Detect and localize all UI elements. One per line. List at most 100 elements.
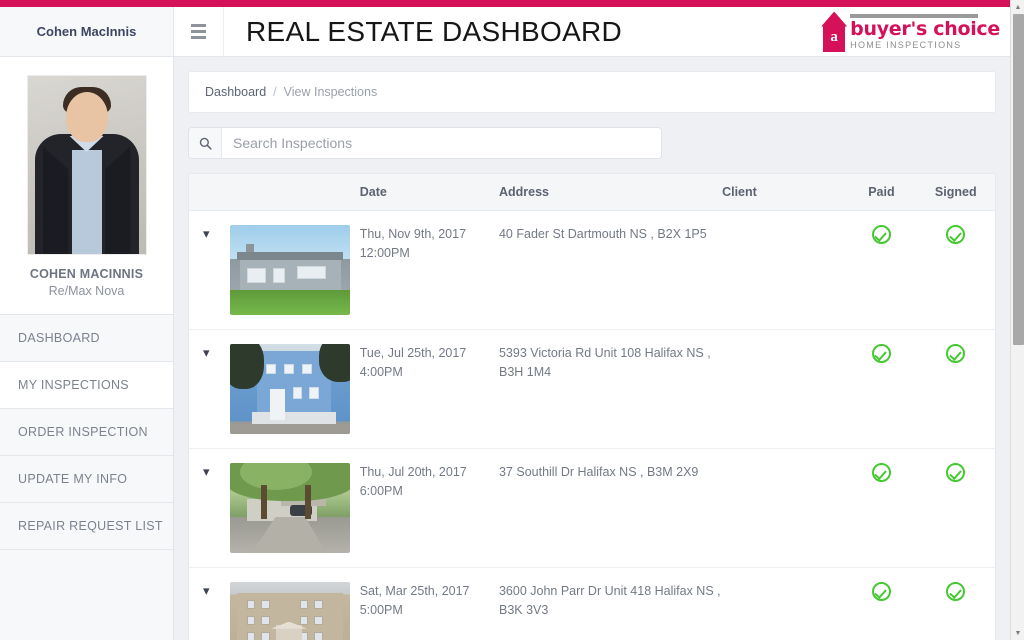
logo-letter-a: a xyxy=(830,28,838,45)
window xyxy=(246,632,256,640)
column-header-address[interactable]: Address xyxy=(498,174,723,211)
chevron-down-icon[interactable]: ▾ xyxy=(203,464,210,479)
inspection-date: Thu, Nov 9th, 2017 xyxy=(359,227,467,241)
main-content: Dashboard / View Inspections Date xyxy=(174,57,1010,640)
row-address-cell: 37 Southill Dr Halifax NS , B3M 2X9 xyxy=(498,448,723,568)
sidebar-nav: DASHBOARD MY INSPECTIONS ORDER INSPECTIO… xyxy=(0,315,173,550)
row-toggle-cell: ▾ xyxy=(189,567,231,640)
sidebar-item-dashboard[interactable]: DASHBOARD xyxy=(0,315,173,362)
page-title: REAL ESTATE DASHBOARD xyxy=(246,15,623,47)
row-thumbnail-cell xyxy=(230,210,360,330)
row-thumbnail-cell xyxy=(230,448,360,568)
profile-card: COHEN MACINNIS Re/Max Nova xyxy=(0,57,173,315)
search-icon[interactable] xyxy=(189,128,222,158)
column-header-signed[interactable]: Signed xyxy=(916,174,995,211)
avatar-face xyxy=(65,92,108,142)
property-thumbnail[interactable] xyxy=(230,463,351,553)
table-row[interactable]: ▾ xyxy=(189,329,995,449)
tree-trunk xyxy=(304,484,311,519)
table-body: ▾ Thu, Nov 9th, 2017 12:00PM 40 Fader St… xyxy=(189,210,995,640)
chevron-down-icon[interactable]: ▾ xyxy=(203,583,210,598)
page-scrollbar[interactable]: ▲ ▼ xyxy=(1010,0,1024,640)
check-circle-icon xyxy=(871,463,891,482)
row-date-cell: Tue, Jul 25th, 2017 4:00PM xyxy=(359,329,499,449)
property-thumbnail[interactable] xyxy=(230,582,351,640)
chevron-down-icon[interactable]: ▾ xyxy=(203,345,210,360)
front-door xyxy=(269,389,286,420)
row-toggle-cell: ▾ xyxy=(189,210,231,330)
window xyxy=(314,600,323,609)
logo-divider-bar xyxy=(850,13,979,18)
row-paid-cell xyxy=(846,329,917,449)
window xyxy=(266,363,276,374)
row-address-cell: 3600 John Parr Dr Unit 418 Halifax NS , … xyxy=(498,567,723,640)
check-circle-icon xyxy=(946,344,966,363)
column-header-client[interactable]: Client xyxy=(722,174,847,211)
column-header-toggle xyxy=(189,174,231,211)
check-circle-icon xyxy=(871,225,891,244)
sidebar-brand: Cohen MacInnis xyxy=(0,7,173,57)
window xyxy=(246,268,267,283)
breadcrumb-current: View Inspections xyxy=(283,85,378,99)
table-row[interactable]: ▾ xyxy=(189,448,995,568)
check-circle-icon xyxy=(871,582,891,601)
hamburger-icon[interactable] xyxy=(174,6,224,57)
row-date-cell: Thu, Jul 20th, 2017 6:00PM xyxy=(359,448,499,568)
logo-brand-name: buyer's choice xyxy=(850,17,1000,40)
scroll-down-icon[interactable]: ▼ xyxy=(1011,626,1024,640)
table-row[interactable]: ▾ xyxy=(189,567,995,640)
window xyxy=(261,600,270,609)
inspection-time: 6:00PM xyxy=(359,483,403,498)
window xyxy=(299,616,309,626)
inspection-date: Thu, Jul 20th, 2017 xyxy=(359,465,467,479)
scrollbar-thumb[interactable] xyxy=(1013,14,1024,345)
table-row[interactable]: ▾ xyxy=(189,210,995,330)
logo-tagline: HOME INSPECTIONS xyxy=(850,39,962,50)
property-thumbnail[interactable] xyxy=(230,225,351,315)
row-paid-cell xyxy=(846,210,917,330)
row-signed-cell xyxy=(916,567,995,640)
sidebar-item-my-inspections[interactable]: MY INSPECTIONS xyxy=(0,362,173,409)
check-circle-icon xyxy=(871,344,891,363)
profile-name: COHEN MACINNIS xyxy=(29,267,144,281)
inspection-time: 4:00PM xyxy=(359,364,403,379)
row-client-cell xyxy=(722,448,847,568)
logo-text: buyer's choice HOME INSPECTIONS xyxy=(850,13,1000,52)
hamburger-bar xyxy=(191,30,206,33)
table-header-row: Date Address Client Paid Signed xyxy=(189,174,995,211)
scroll-up-icon[interactable]: ▲ xyxy=(1011,0,1024,14)
row-address-cell: 40 Fader St Dartmouth NS , B2X 1P5 xyxy=(498,210,723,330)
row-date-cell: Thu, Nov 9th, 2017 12:00PM xyxy=(359,210,499,330)
window xyxy=(284,363,294,374)
window xyxy=(261,632,270,640)
sidebar-item-repair-request-list[interactable]: REPAIR REQUEST LIST xyxy=(0,503,173,550)
inspection-date: Sat, Mar 25th, 2017 xyxy=(359,584,470,598)
window xyxy=(314,632,323,640)
sidebar: Cohen MacInnis COHEN MACINNIS Re/Max Nov… xyxy=(0,7,174,640)
breadcrumb-separator: / xyxy=(273,85,277,99)
window xyxy=(299,600,309,609)
driveway xyxy=(251,517,327,553)
window xyxy=(246,616,256,626)
column-header-date[interactable]: Date xyxy=(359,174,499,211)
chevron-down-icon[interactable]: ▾ xyxy=(203,226,210,241)
search-input[interactable] xyxy=(222,128,661,158)
property-thumbnail[interactable] xyxy=(230,344,351,434)
sidebar-item-order-inspection[interactable]: ORDER INSPECTION xyxy=(0,409,173,456)
column-header-paid[interactable]: Paid xyxy=(846,174,917,211)
table-head: Date Address Client Paid Signed xyxy=(189,174,995,211)
breadcrumb: Dashboard / View Inspections xyxy=(188,71,996,113)
check-circle-icon xyxy=(946,225,966,244)
row-paid-cell xyxy=(846,567,917,640)
avatar-shirt xyxy=(71,150,102,254)
window xyxy=(297,266,327,279)
tree xyxy=(230,344,264,389)
row-paid-cell xyxy=(846,448,917,568)
breadcrumb-dashboard[interactable]: Dashboard xyxy=(205,85,266,99)
sidebar-item-update-my-info[interactable]: UPDATE MY INFO xyxy=(0,456,173,503)
profile-company: Re/Max Nova xyxy=(48,284,125,298)
row-signed-cell xyxy=(916,210,995,330)
row-toggle-cell: ▾ xyxy=(189,448,231,568)
row-address-cell: 5393 Victoria Rd Unit 108 Halifax NS , B… xyxy=(498,329,723,449)
top-accent-strip xyxy=(0,0,1010,7)
